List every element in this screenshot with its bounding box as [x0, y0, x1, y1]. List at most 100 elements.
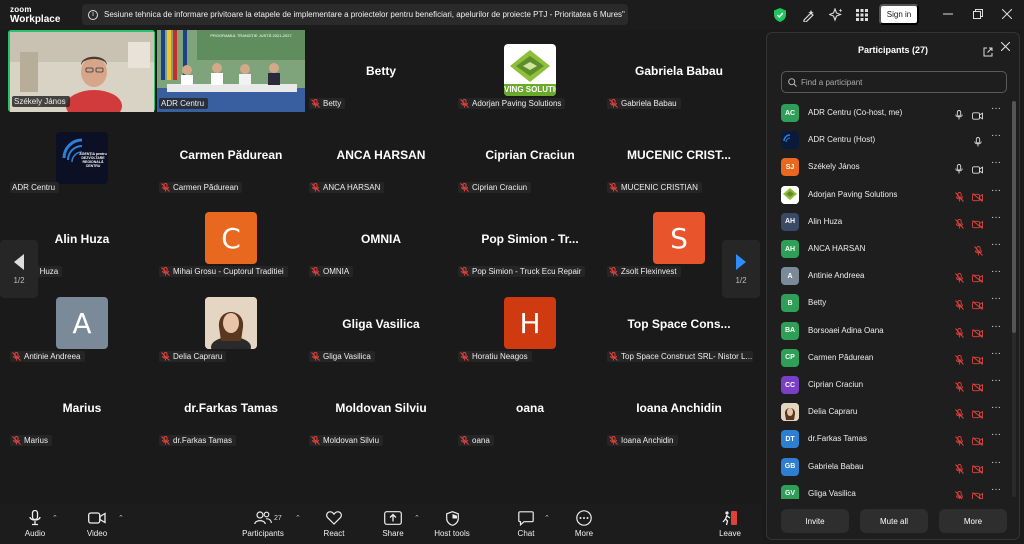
- participant-tile[interactable]: Moldovan Silviu Moldovan Silviu: [307, 367, 455, 449]
- sign-in-button[interactable]: Sign in: [879, 4, 919, 25]
- muted-mic-icon[interactable]: [955, 325, 964, 343]
- video-off-icon[interactable]: [972, 189, 983, 207]
- participant-tile[interactable]: PROGRAMUL TRANZIȚIE JUSTĂ 2021-2027 ADR C…: [157, 30, 305, 112]
- participant-row[interactable]: Delia Capraru ···: [767, 398, 1013, 425]
- participant-tile[interactable]: Ciprian Craciun Ciprian Craciun: [456, 114, 604, 196]
- participant-row[interactable]: CC Ciprian Craciun ···: [767, 371, 1013, 398]
- participant-tile[interactable]: AGENȚIA pentru DEZVOLTARE REGIONALĂ CENT…: [8, 114, 156, 196]
- participant-tile[interactable]: Betty Betty: [307, 30, 455, 112]
- participant-row[interactable]: CP Carmen Pădurean ···: [767, 344, 1013, 371]
- participant-more-icon[interactable]: ···: [991, 239, 1001, 250]
- participant-tile[interactable]: MUCENIC CRIST... MUCENIC CRISTIAN: [605, 114, 753, 196]
- host-tools-button[interactable]: Host tools: [422, 510, 482, 544]
- muted-mic-icon[interactable]: [955, 270, 964, 288]
- muted-mic-icon[interactable]: [974, 243, 983, 261]
- participant-tile[interactable]: Carmen Pădurean Carmen Pădurean: [157, 114, 305, 196]
- participant-row[interactable]: SJ Székely János ···: [767, 153, 1013, 180]
- minimize-icon[interactable]: [941, 7, 955, 21]
- participant-more-icon[interactable]: ···: [991, 348, 1001, 359]
- participant-search-box[interactable]: [781, 71, 1007, 93]
- scrollbar-thumb[interactable]: [1012, 101, 1016, 333]
- video-off-icon[interactable]: [972, 406, 983, 424]
- video-off-icon[interactable]: [972, 297, 983, 315]
- participant-tile[interactable]: Ioana Anchidin Ioana Anchidin: [605, 367, 753, 449]
- participant-tile[interactable]: H Horatiu Neagos: [456, 283, 604, 365]
- mute-all-button[interactable]: Mute all: [860, 509, 928, 533]
- share-options-caret[interactable]: ⌃: [414, 514, 420, 522]
- participant-tile[interactable]: OMNIA OMNIA: [307, 198, 455, 280]
- video-camera-icon[interactable]: [972, 161, 983, 179]
- panel-more-button[interactable]: More: [939, 509, 1007, 533]
- muted-mic-icon[interactable]: [955, 216, 964, 234]
- participants-button[interactable]: Participants: [233, 510, 293, 544]
- video-off-icon[interactable]: [972, 379, 983, 397]
- participant-more-icon[interactable]: ···: [991, 457, 1001, 468]
- ai-companion-icon[interactable]: [828, 7, 844, 23]
- participant-row[interactable]: DT dr.Farkas Tamas ···: [767, 425, 1013, 452]
- participant-tile[interactable]: Gliga Vasilica Gliga Vasilica: [307, 283, 455, 365]
- pop-out-icon[interactable]: [983, 44, 993, 62]
- participant-more-icon[interactable]: ···: [991, 266, 1001, 277]
- participant-row[interactable]: A Antinie Andreea ···: [767, 262, 1013, 289]
- participant-more-icon[interactable]: ···: [991, 484, 1001, 495]
- participant-row[interactable]: ADR Centru (Host) ···: [767, 126, 1013, 153]
- participant-tile[interactable]: Gabriela Babau Gabriela Babau: [605, 30, 753, 112]
- participant-more-icon[interactable]: ···: [991, 103, 1001, 114]
- participant-more-icon[interactable]: ···: [991, 375, 1001, 386]
- microphone-icon[interactable]: [974, 134, 982, 152]
- participant-row[interactable]: Adorjan Paving Solutions ···: [767, 181, 1013, 208]
- participant-more-icon[interactable]: ···: [991, 130, 1001, 141]
- participant-row[interactable]: GB Gabriela Babau ···: [767, 453, 1013, 480]
- participant-row[interactable]: AH ANCA HARSAN ···: [767, 235, 1013, 262]
- shield-check-icon[interactable]: [772, 7, 788, 23]
- participant-row[interactable]: AC ADR Centru (Co-host, me) ···: [767, 99, 1013, 126]
- video-off-icon[interactable]: [972, 270, 983, 288]
- video-camera-icon[interactable]: [972, 107, 983, 125]
- participant-row[interactable]: GV Gliga Vasilica ···: [767, 480, 1013, 499]
- participant-tile[interactable]: VING SOLUTIO Adorjan Paving Solutions: [456, 30, 604, 112]
- video-off-icon[interactable]: [972, 488, 983, 499]
- microphone-icon[interactable]: [955, 107, 963, 125]
- participant-list-scrollbar[interactable]: [1012, 101, 1016, 497]
- microphone-icon[interactable]: [955, 161, 963, 179]
- chat-options-caret[interactable]: ⌃: [544, 514, 550, 522]
- muted-mic-icon[interactable]: [955, 488, 964, 499]
- more-button[interactable]: More: [554, 510, 614, 544]
- audio-options-caret[interactable]: ⌃: [52, 514, 58, 522]
- muted-mic-icon[interactable]: [955, 406, 964, 424]
- participant-tile[interactable]: ANCA HARSAN ANCA HARSAN: [307, 114, 455, 196]
- react-button[interactable]: React: [304, 510, 364, 544]
- participant-more-icon[interactable]: ···: [991, 185, 1001, 196]
- invite-button[interactable]: Invite: [781, 509, 849, 533]
- video-off-icon[interactable]: [972, 325, 983, 343]
- muted-mic-icon[interactable]: [955, 379, 964, 397]
- participant-tile[interactable]: Pop Simion - Tr... Pop Simion - Truck Ecu…: [456, 198, 604, 280]
- participant-row[interactable]: B Betty ···: [767, 289, 1013, 316]
- close-window-icon[interactable]: [1000, 7, 1014, 21]
- participant-row[interactable]: BA Borsoaei Adina Oana ···: [767, 317, 1013, 344]
- muted-mic-icon[interactable]: [955, 461, 964, 479]
- video-off-icon[interactable]: [972, 216, 983, 234]
- participant-row[interactable]: AH Alin Huza ···: [767, 208, 1013, 235]
- close-panel-icon[interactable]: [1000, 41, 1011, 54]
- previous-page-button[interactable]: 1/2: [0, 240, 38, 298]
- participants-options-caret[interactable]: ⌃: [295, 514, 301, 522]
- video-off-icon[interactable]: [972, 352, 983, 370]
- info-icon[interactable]: i: [88, 9, 98, 20]
- participant-tile[interactable]: Delia Capraru: [157, 283, 305, 365]
- video-off-icon[interactable]: [972, 461, 983, 479]
- participant-more-icon[interactable]: ···: [991, 429, 1001, 440]
- muted-mic-icon[interactable]: [955, 297, 964, 315]
- participant-more-icon[interactable]: ···: [991, 402, 1001, 413]
- participant-tile[interactable]: dr.Farkas Tamas dr.Farkas Tamas: [157, 367, 305, 449]
- muted-mic-icon[interactable]: [955, 189, 964, 207]
- next-page-button[interactable]: 1/2: [722, 240, 760, 298]
- leave-button[interactable]: Leave: [700, 510, 760, 544]
- video-off-icon[interactable]: [972, 433, 983, 451]
- meeting-topic-bar[interactable]: i Sesiune tehnica de informare privitoar…: [82, 4, 628, 25]
- participant-more-icon[interactable]: ···: [991, 212, 1001, 223]
- restore-icon[interactable]: [971, 7, 985, 21]
- apps-grid-icon[interactable]: [854, 7, 870, 23]
- muted-mic-icon[interactable]: [955, 352, 964, 370]
- participant-tile[interactable]: Székely János: [8, 30, 155, 112]
